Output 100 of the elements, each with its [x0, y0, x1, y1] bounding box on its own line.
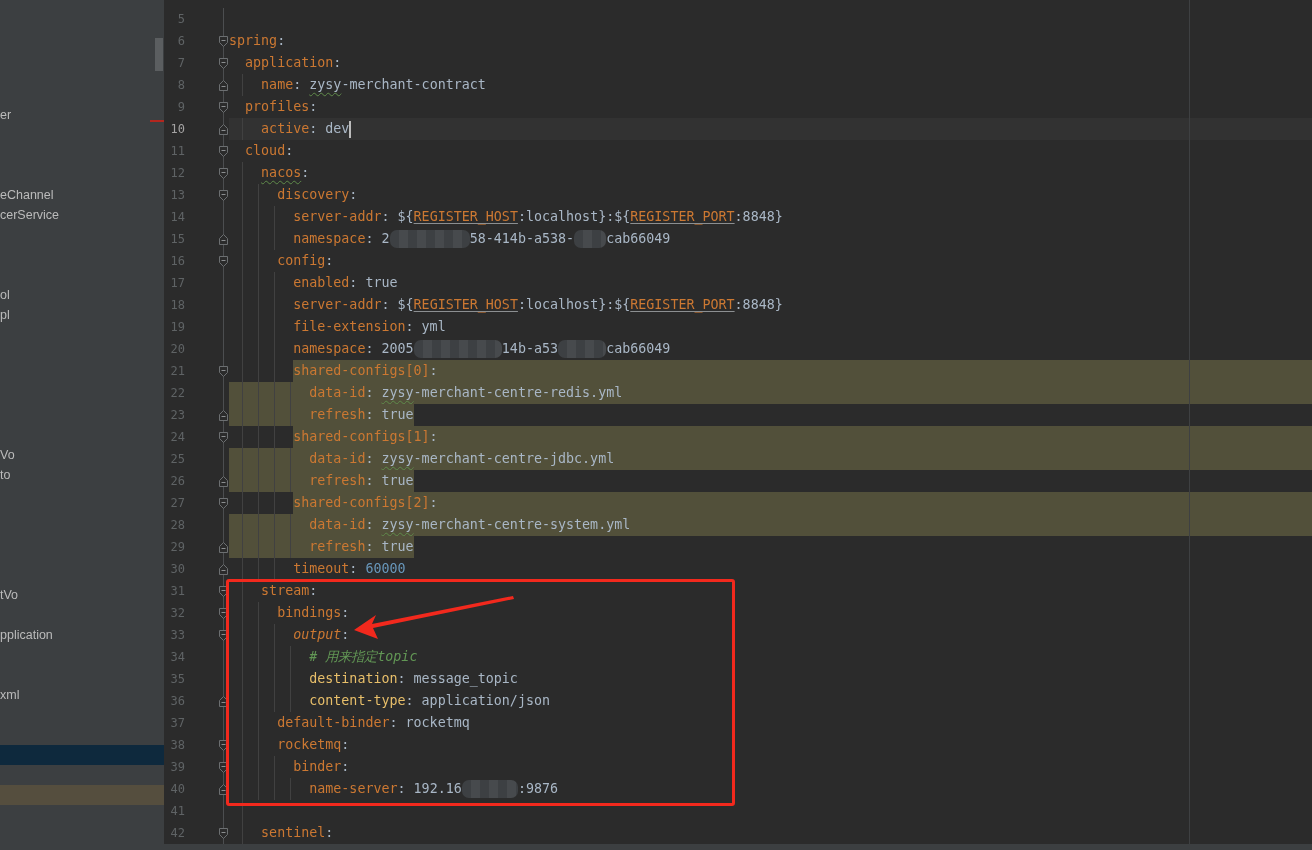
code-line: profiles: — [245, 98, 318, 116]
code-line: rocketmq: — [277, 736, 350, 754]
fold-marker-icon[interactable] — [218, 585, 228, 597]
line-number: 6 — [177, 34, 185, 48]
code-line: discovery: — [277, 186, 358, 204]
line-number: 8 — [177, 78, 185, 92]
fold-marker-icon[interactable] — [218, 145, 228, 157]
tree-item[interactable]: er — [0, 105, 12, 125]
line-number: 39 — [170, 760, 185, 774]
fold-marker-icon[interactable] — [218, 255, 228, 267]
line-number: 9 — [177, 100, 185, 114]
line-number: 32 — [170, 606, 185, 620]
fold-marker-icon[interactable] — [218, 233, 228, 245]
fold-marker-icon[interactable] — [218, 475, 228, 487]
code-line: name: zysy-merchant-contract — [261, 76, 486, 94]
code-line: config: — [277, 252, 334, 270]
code-line: spring: — [229, 32, 286, 50]
scrollbar-thumb[interactable] — [155, 38, 163, 71]
line-number: 42 — [170, 826, 185, 840]
fold-marker-icon[interactable] — [218, 497, 228, 509]
fold-marker-icon[interactable] — [218, 827, 228, 839]
line-number: 40 — [170, 782, 185, 796]
code-line: file-extension: yml — [293, 318, 446, 336]
code-text: cab66049 — [606, 230, 671, 248]
fold-marker-icon[interactable] — [218, 167, 228, 179]
code-text: namespace: 2 — [293, 230, 390, 248]
line-number: 30 — [170, 562, 185, 576]
code-text: cab66049 — [606, 340, 671, 358]
fold-marker-icon[interactable] — [218, 365, 228, 377]
redaction-blur — [461, 780, 518, 798]
line-number: 27 — [170, 496, 185, 510]
code-text: namespace: 2005 — [293, 340, 414, 358]
line-number: 20 — [170, 342, 185, 356]
tree-item[interactable]: pplication — [0, 625, 53, 645]
line-number: 24 — [170, 430, 185, 444]
code-line: shared-configs[0]: — [293, 362, 438, 380]
code-line: timeout: 60000 — [293, 560, 406, 578]
tree-item[interactable]: tVo — [0, 585, 19, 605]
tree-item[interactable]: eChannel — [0, 185, 54, 205]
line-number: 17 — [170, 276, 185, 290]
code-line: refresh: true — [309, 406, 414, 424]
code-line: server-addr: ${REGISTER_HOST:localhost}:${REGISTER_PORT:8848} — [293, 208, 783, 227]
fold-marker-icon[interactable] — [218, 101, 228, 113]
line-number: 18 — [170, 298, 185, 312]
redaction-blur — [574, 230, 607, 248]
line-number: 41 — [170, 804, 185, 818]
tree-item[interactable]: xml — [0, 685, 20, 705]
fold-marker-icon[interactable] — [218, 629, 228, 641]
code-line: shared-configs[2]: — [293, 494, 438, 512]
line-number: 36 — [170, 694, 185, 708]
fold-marker-icon[interactable] — [218, 695, 228, 707]
line-number: 33 — [170, 628, 185, 642]
line-number: 16 — [170, 254, 185, 268]
code-line: refresh: true — [309, 538, 414, 556]
line-number: 12 — [170, 166, 185, 180]
line-number: 11 — [170, 144, 185, 158]
code-line: data-id: zysy-merchant-centre-redis.yml — [309, 384, 623, 402]
line-number: 14 — [170, 210, 185, 224]
fold-marker-icon[interactable] — [218, 57, 228, 69]
fold-marker-icon[interactable] — [218, 189, 228, 201]
code-line: destination: message_topic — [309, 670, 518, 689]
fold-marker-icon[interactable] — [218, 123, 228, 135]
fold-marker-icon[interactable] — [218, 563, 228, 575]
code-line: data-id: zysy-merchant-centre-system.yml — [309, 516, 631, 534]
code-line: active: dev — [261, 120, 350, 138]
code-line: application: — [245, 54, 342, 72]
line-number: 15 — [170, 232, 185, 246]
fold-marker-icon[interactable] — [218, 431, 228, 443]
line-number: 5 — [177, 12, 185, 26]
code-line: sentinel: — [261, 824, 334, 842]
fold-marker-icon[interactable] — [218, 541, 228, 553]
fold-marker-icon[interactable] — [218, 739, 228, 751]
line-number: 13 — [170, 188, 185, 202]
tree-item[interactable]: Vo — [0, 445, 15, 465]
line-number: 38 — [170, 738, 185, 752]
line-number: 19 — [170, 320, 185, 334]
code-text: :9876 — [517, 780, 558, 798]
tree-item[interactable]: to — [0, 465, 11, 485]
fold-marker-icon[interactable] — [218, 761, 228, 773]
line-number: 26 — [170, 474, 185, 488]
fold-marker-icon[interactable] — [218, 35, 228, 47]
fold-marker-icon[interactable] — [218, 607, 228, 619]
line-number: 21 — [170, 364, 185, 378]
code-line: nacos: — [261, 164, 310, 182]
code-line: refresh: true — [309, 472, 414, 490]
line-number: 10 — [170, 122, 185, 136]
line-number: 37 — [170, 716, 185, 730]
tree-item[interactable]: cerService — [0, 205, 60, 225]
tree-item[interactable]: ol — [0, 285, 10, 305]
line-number: 22 — [170, 386, 185, 400]
code-line: cloud: — [245, 142, 294, 160]
fold-marker-icon[interactable] — [218, 409, 228, 421]
line-number: 28 — [170, 518, 185, 532]
tree-item[interactable]: pl — [0, 305, 10, 325]
code-line: server-addr: ${REGISTER_HOST:localhost}:${REGISTER_PORT:8848} — [293, 296, 783, 315]
fold-marker-icon[interactable] — [218, 783, 228, 795]
code-line: content-type: application/json — [309, 692, 550, 710]
line-number: 34 — [170, 650, 185, 664]
fold-marker-icon[interactable] — [218, 79, 228, 91]
code-line: enabled: true — [293, 274, 398, 292]
